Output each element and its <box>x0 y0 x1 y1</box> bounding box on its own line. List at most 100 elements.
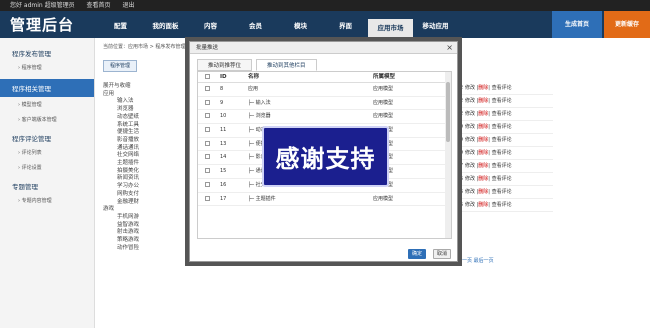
tree-node[interactable]: 输入法 <box>103 98 183 106</box>
view-comments-link[interactable]: | 查看评论 <box>488 186 511 198</box>
view-comments-link[interactable]: | 查看评论 <box>488 95 511 107</box>
logout-link[interactable]: 退出 <box>122 2 134 9</box>
tree-node[interactable]: 影音播放 <box>103 137 183 145</box>
row-checkbox[interactable] <box>198 83 220 96</box>
nav-members[interactable]: 会员 <box>233 11 278 38</box>
delete-link[interactable]: 删除 <box>478 108 488 120</box>
tree-node[interactable]: 金融理财 <box>103 199 183 207</box>
edit-link[interactable]: 修改 | <box>465 121 478 133</box>
nav-modules[interactable]: 模块 <box>278 11 323 38</box>
tab-push-recommend[interactable]: 推动到推荐位 <box>197 59 253 71</box>
view-home-link[interactable]: 查看首页 <box>87 2 111 9</box>
row-checkbox[interactable] <box>198 138 220 151</box>
view-comments-link[interactable]: | 查看评论 <box>488 199 511 211</box>
list-item[interactable]: 9 ├─ 输入法 应用模型 <box>198 97 451 111</box>
row-model: 应用模型 <box>373 195 394 202</box>
edit-link[interactable]: 修改 | <box>465 186 478 198</box>
tree-node[interactable]: 主题插件 <box>103 160 183 168</box>
delete-link[interactable]: 删除 <box>478 147 488 159</box>
edit-link[interactable]: 修改 | <box>465 147 478 159</box>
row-checkbox[interactable] <box>198 151 220 164</box>
nav-app-market[interactable]: 应用市场 <box>368 19 413 38</box>
tree-node[interactable]: 射击游戏 <box>103 229 183 237</box>
generate-home-button[interactable]: 生成首页 <box>552 11 602 38</box>
list-item[interactable]: 17 ├─ 主题插件 应用模型 <box>198 193 451 207</box>
edit-link[interactable]: 修改 | <box>465 95 478 107</box>
close-icon[interactable]: × <box>446 43 453 52</box>
row-checkbox[interactable] <box>198 124 220 137</box>
sidebar-item-client-version[interactable]: › 客户端版本管理 <box>0 112 94 127</box>
tree-node[interactable]: 学习办公 <box>103 183 183 191</box>
delete-link[interactable]: 删除 <box>478 134 488 146</box>
tree-node[interactable]: 游戏 <box>103 206 183 214</box>
dialog-title: 批量推送 <box>190 42 457 54</box>
row-checkbox[interactable] <box>198 110 220 123</box>
scrollbar-thumb[interactable] <box>446 82 450 142</box>
edit-link[interactable]: 修改 | <box>465 160 478 172</box>
tree-node[interactable]: 动作冒险 <box>103 245 183 253</box>
tree-node[interactable]: 系统工具 <box>103 122 183 130</box>
nav-my-panel[interactable]: 我的面板 <box>143 11 188 38</box>
tree-node[interactable]: 浏览器 <box>103 106 183 114</box>
tree-node[interactable]: 社交网络 <box>103 152 183 160</box>
edit-link[interactable]: 修改 | <box>465 134 478 146</box>
sidebar-item-comment-settings[interactable]: › 评论设置 <box>0 160 94 175</box>
view-comments-link[interactable]: | 查看评论 <box>488 147 511 159</box>
tree-node[interactable]: 新闻资讯 <box>103 175 183 183</box>
tab-push-other-column[interactable]: 推动到其他栏目 <box>256 59 317 71</box>
tree-node[interactable]: 便捷生活 <box>103 129 183 137</box>
sidebar-item-program-manage[interactable]: › 程序管理 <box>0 60 94 75</box>
tree-node[interactable]: 网购支付 <box>103 191 183 199</box>
edit-link[interactable]: 修改 | <box>465 82 478 94</box>
sidebar-item-model-manage[interactable]: › 模型管理 <box>0 97 94 112</box>
tree-node[interactable]: 拍摄美化 <box>103 168 183 176</box>
edit-link[interactable]: 修改 | <box>465 199 478 211</box>
sidebar-section-topics[interactable]: 专题管理 <box>0 175 94 193</box>
sidebar-section-publish[interactable]: 程序发布管理 <box>0 42 94 60</box>
delete-link[interactable]: 删除 <box>478 95 488 107</box>
confirm-button[interactable]: 确定 <box>408 249 426 259</box>
sidebar: 程序发布管理 › 程序管理 程序相关管理 › 模型管理 › 客户端版本管理 程序… <box>0 38 95 328</box>
nav-mobile-app[interactable]: 移动应用 <box>413 11 458 38</box>
sidebar-item-topic-content[interactable]: › 专题内容管理 <box>0 193 94 208</box>
delete-link[interactable]: 删除 <box>478 186 488 198</box>
tree-node[interactable]: 动态壁纸 <box>103 114 183 122</box>
sidebar-item-comment-list[interactable]: › 评论列表 <box>0 145 94 160</box>
row-checkbox[interactable] <box>198 193 220 206</box>
nav-config[interactable]: 配置 <box>98 11 143 38</box>
sidebar-section-related[interactable]: 程序相关管理 <box>0 79 94 97</box>
view-comments-link[interactable]: | 查看评论 <box>488 121 511 133</box>
nav-content[interactable]: 内容 <box>188 11 233 38</box>
row-checkbox[interactable] <box>198 165 220 178</box>
view-comments-link[interactable]: | 查看评论 <box>488 134 511 146</box>
list-item[interactable]: 8 应用 应用模型 <box>198 83 451 97</box>
delete-link[interactable]: 删除 <box>478 121 488 133</box>
tree-node[interactable]: 展开与收缩 <box>103 83 183 91</box>
edit-link[interactable]: 修改 | <box>465 108 478 120</box>
update-cache-button[interactable]: 更新缓存 <box>604 11 650 38</box>
scrollbar[interactable] <box>445 72 451 238</box>
view-comments-link[interactable]: | 查看评论 <box>488 108 511 120</box>
sidebar-section-comments[interactable]: 程序评论管理 <box>0 127 94 145</box>
tree-node[interactable]: 益智游戏 <box>103 222 183 230</box>
delete-link[interactable]: 删除 <box>478 160 488 172</box>
tree-node[interactable]: 应用 <box>103 91 183 99</box>
view-comments-link[interactable]: | 查看评论 <box>488 160 511 172</box>
delete-link[interactable]: 删除 <box>478 82 488 94</box>
delete-link[interactable]: 删除 <box>478 173 488 185</box>
edit-link[interactable]: 修改 | <box>465 173 478 185</box>
delete-link[interactable]: 删除 <box>478 199 488 211</box>
cancel-button[interactable]: 取消 <box>433 249 451 259</box>
view-comments-link[interactable]: | 查看评论 <box>488 82 511 94</box>
tree-node[interactable]: 策略游戏 <box>103 237 183 245</box>
pager[interactable]: 一页 最后一页 <box>462 257 494 264</box>
view-comments-link[interactable]: | 查看评论 <box>488 173 511 185</box>
nav-interface[interactable]: 界面 <box>323 11 368 38</box>
row-checkbox[interactable] <box>198 179 220 192</box>
tab-program-manage[interactable]: 程序管理 <box>103 60 137 72</box>
header-checkbox[interactable] <box>198 72 220 82</box>
list-item[interactable]: 10 ├─ 浏览器 应用模型 <box>198 110 451 125</box>
tree-node[interactable]: 手机网游 <box>103 214 183 222</box>
row-checkbox[interactable] <box>198 97 220 110</box>
tree-node[interactable]: 通话通讯 <box>103 145 183 153</box>
